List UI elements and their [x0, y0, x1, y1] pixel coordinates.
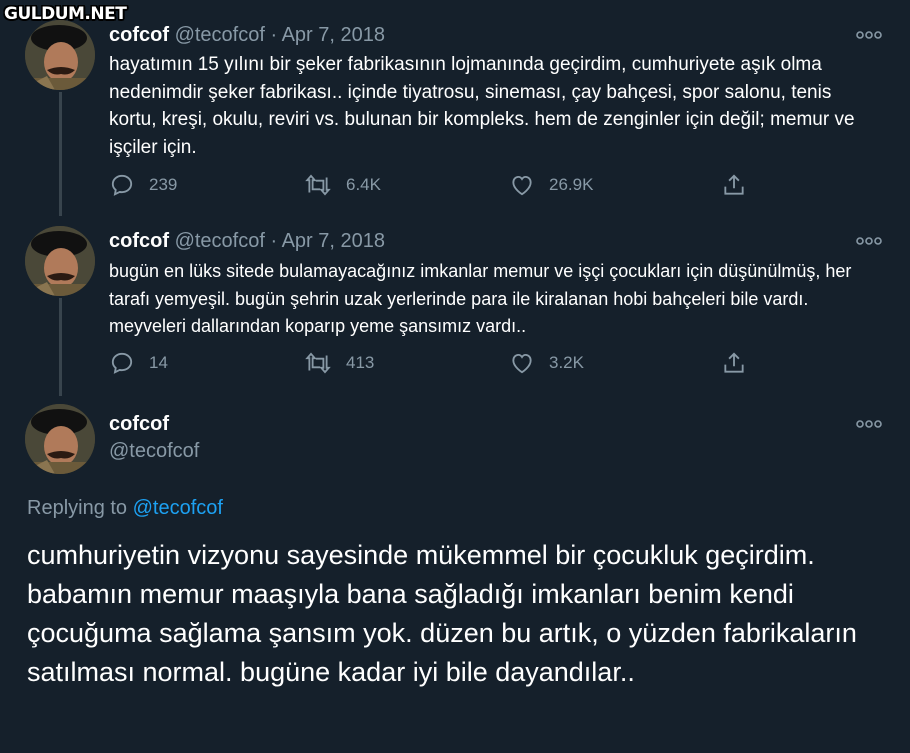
more-icon[interactable]: [856, 234, 882, 248]
replying-handle-link[interactable]: @tecofcof: [133, 497, 223, 519]
replying-to: Replying to @tecofcof: [27, 497, 223, 520]
share-button[interactable]: [721, 172, 761, 198]
share-icon: [724, 352, 744, 373]
retweet-count: 6.4K: [346, 175, 381, 194]
tweet-actions: 239 6.4K 26.9K: [109, 172, 759, 200]
user-handle[interactable]: @tecofcof: [175, 24, 265, 46]
tweet[interactable]: cofcof @tecofcof · Apr 7, 2018 bugün en …: [0, 210, 910, 400]
tweet[interactable]: cofcof @tecofcof · Apr 7, 2018 hayatımın…: [0, 0, 910, 210]
tweet-date[interactable]: Apr 7, 2018: [282, 230, 385, 252]
user-handle[interactable]: @tecofcof: [109, 440, 199, 463]
tweet-date[interactable]: Apr 7, 2018: [282, 24, 385, 46]
display-name[interactable]: cofcof: [109, 24, 169, 46]
retweet-icon: [305, 352, 331, 374]
replying-label: Replying to: [27, 497, 128, 519]
like-button[interactable]: 26.9K: [509, 172, 593, 198]
reply-icon: [111, 352, 133, 374]
like-icon: [512, 353, 532, 374]
reply-button[interactable]: 239: [109, 172, 177, 198]
like-button[interactable]: 3.2K: [509, 350, 584, 376]
share-icon: [724, 174, 744, 195]
avatar[interactable]: [25, 404, 95, 474]
display-name[interactable]: cofcof: [109, 230, 169, 252]
like-count: 26.9K: [549, 175, 594, 194]
tweet-text: hayatımın 15 yılını bir şeker fabrikasın…: [109, 54, 855, 158]
retweet-icon: [305, 174, 331, 196]
like-count: 3.2K: [549, 353, 584, 372]
retweet-button[interactable]: 6.4K: [304, 172, 381, 198]
tweet-actions: 14 413 3.2K: [109, 350, 759, 378]
more-icon[interactable]: [856, 28, 882, 42]
user-handle[interactable]: @tecofcof: [175, 230, 265, 252]
reply-count: 14: [149, 353, 168, 372]
retweet-button[interactable]: 413: [304, 350, 374, 376]
reply-button[interactable]: 14: [109, 350, 168, 376]
avatar[interactable]: [25, 20, 95, 90]
like-icon: [512, 175, 532, 196]
retweet-count: 413: [346, 353, 375, 372]
more-icon[interactable]: [856, 417, 882, 431]
display-name[interactable]: cofcof: [109, 413, 169, 436]
reply-count: 239: [149, 175, 178, 194]
main-tweet-text: cumhuriyetin vizyonu sayesinde mükemmel …: [27, 540, 857, 687]
tweet-header: cofcof @tecofcof · Apr 7, 2018: [109, 24, 385, 47]
separator: ·: [270, 230, 278, 252]
reply-icon: [111, 174, 133, 196]
separator: ·: [270, 24, 278, 46]
share-button[interactable]: [721, 350, 761, 376]
avatar[interactable]: [25, 226, 95, 296]
tweet-text: bugün en lüks sitede bulamayacağınız imk…: [109, 261, 852, 336]
tweet-header: cofcof @tecofcof · Apr 7, 2018: [109, 230, 385, 253]
